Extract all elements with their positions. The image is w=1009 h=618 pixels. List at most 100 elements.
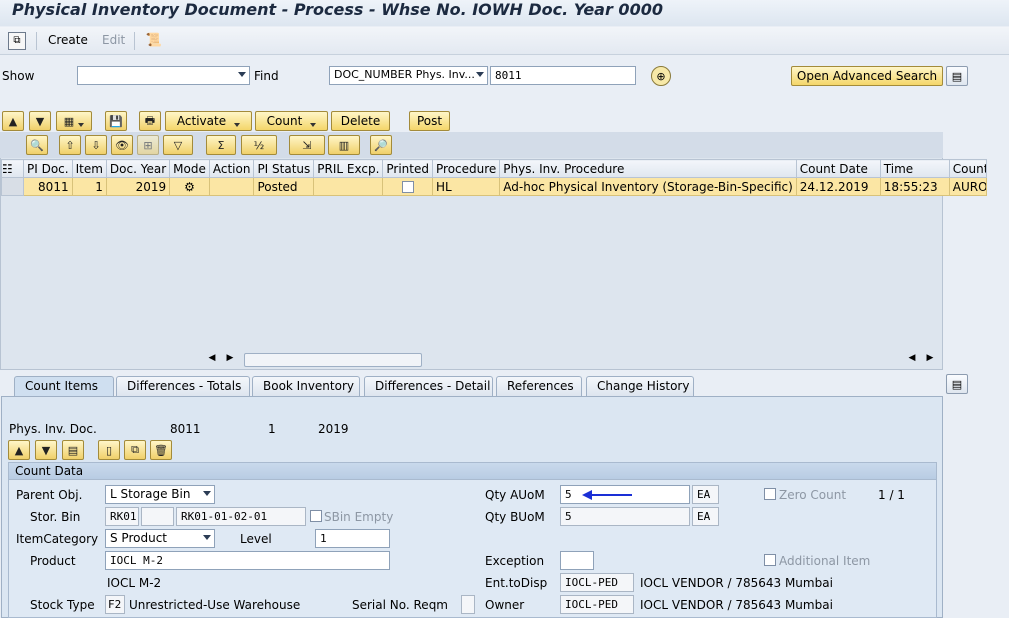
item-overview-icon[interactable]: ▤ bbox=[62, 440, 84, 460]
post-button[interactable]: Post bbox=[409, 111, 450, 131]
activate-button[interactable]: Activate bbox=[165, 111, 252, 131]
scroll-left-icon[interactable]: ◀ bbox=[206, 353, 218, 367]
scroll-right-icon[interactable]: ▶ bbox=[924, 353, 936, 367]
export-icon[interactable]: ⇲ bbox=[289, 135, 325, 155]
cell-time[interactable]: 18:55:23 bbox=[879, 177, 950, 196]
delete-item-icon[interactable]: 🗑 bbox=[150, 440, 172, 460]
edit-button[interactable]: Edit bbox=[102, 33, 125, 47]
cell-count-date[interactable]: 24.12.2019 bbox=[795, 177, 881, 196]
previous-item-icon[interactable]: ▲ bbox=[8, 440, 30, 460]
layout-settings-icon[interactable]: ▤ bbox=[946, 66, 968, 86]
cell-doc-year[interactable]: 2019 bbox=[105, 177, 171, 196]
cell-printed[interactable] bbox=[382, 177, 433, 196]
open-advanced-search-button[interactable]: Open Advanced Search bbox=[791, 66, 943, 86]
cell-pril-excp[interactable] bbox=[313, 177, 384, 196]
scroll-icon[interactable]: 📜 bbox=[146, 32, 162, 48]
column-header[interactable]: Mode bbox=[169, 159, 210, 178]
level-field[interactable]: 1 bbox=[315, 529, 390, 548]
create-button[interactable]: Create bbox=[48, 33, 88, 47]
scroll-right-icon[interactable]: ▶ bbox=[224, 353, 236, 367]
scroll-left-icon[interactable]: ◀ bbox=[906, 353, 918, 367]
next-item-icon[interactable]: ▼ bbox=[35, 440, 57, 460]
exception-field[interactable] bbox=[560, 551, 594, 570]
print-icon[interactable]: 🖶 bbox=[139, 111, 161, 131]
sort-ascending-icon[interactable]: ⇧ bbox=[59, 135, 81, 155]
cell-mode[interactable]: ⚙ bbox=[169, 177, 210, 196]
execute-search-icon[interactable]: ⊕ bbox=[651, 66, 671, 86]
display-change-icon[interactable]: ⧉ bbox=[8, 32, 26, 50]
tab-book-inventory[interactable]: Book Inventory bbox=[252, 376, 360, 396]
tab-references[interactable]: References bbox=[496, 376, 582, 396]
save-icon[interactable]: 💾 bbox=[105, 111, 127, 131]
activate-label: Activate bbox=[176, 114, 227, 128]
stor-bin-type-field[interactable]: RK01 bbox=[105, 507, 139, 526]
column-header[interactable]: Doc. Year bbox=[105, 159, 171, 178]
details-icon[interactable]: ▦ bbox=[56, 111, 92, 131]
sort-descending-icon[interactable]: ⇩ bbox=[85, 135, 107, 155]
tab-change-history[interactable]: Change History bbox=[586, 376, 694, 396]
cell-procedure[interactable]: HL bbox=[431, 177, 501, 196]
find-input[interactable]: 8011 bbox=[490, 66, 636, 85]
cell-pi-doc[interactable]: 8011 bbox=[23, 177, 73, 196]
additional-item-checkbox[interactable] bbox=[764, 554, 776, 566]
copy-item-icon[interactable]: ⧉ bbox=[124, 440, 146, 460]
qty-buom-field[interactable]: 5 bbox=[560, 507, 690, 526]
delete-button[interactable]: Delete bbox=[331, 111, 390, 131]
table-row[interactable]: 8011 1 2019 ⚙ Posted HL Ad-hoc Physical … bbox=[1, 177, 987, 196]
column-header[interactable]: Action bbox=[208, 159, 255, 178]
tab-differences-totals[interactable]: Differences - Totals bbox=[116, 376, 250, 396]
find-binoculars-icon[interactable]: 👁 bbox=[111, 135, 133, 155]
ent-to-disp-field[interactable]: IOCL-PED bbox=[560, 573, 634, 592]
select-all-icon[interactable]: ☷ bbox=[1, 159, 24, 178]
filter-icon[interactable]: ▽ bbox=[163, 135, 193, 155]
scroll-down-icon[interactable]: ▼ bbox=[29, 111, 51, 131]
new-item-icon[interactable]: ▯ bbox=[98, 440, 120, 460]
cell-action[interactable] bbox=[208, 177, 255, 196]
stor-bin-field[interactable]: RK01-01-02-01 bbox=[176, 507, 306, 526]
subtotal-icon[interactable]: ½ bbox=[241, 135, 277, 155]
row-selector[interactable] bbox=[1, 177, 24, 196]
owner-field[interactable]: IOCL-PED bbox=[560, 595, 634, 614]
parent-obj-dropdown[interactable]: L Storage Bin bbox=[105, 485, 215, 504]
sbin-empty-checkbox[interactable] bbox=[310, 510, 322, 522]
stock-type-field[interactable]: F2 bbox=[105, 595, 125, 614]
serial-no-field[interactable] bbox=[461, 595, 475, 614]
column-header[interactable]: PRIL Excp. bbox=[313, 159, 384, 178]
count-button[interactable]: Count bbox=[255, 111, 328, 131]
tab-differences-detail[interactable]: Differences - Detail bbox=[364, 376, 493, 396]
item-category-dropdown[interactable]: S Product bbox=[105, 529, 215, 548]
stor-bin-section-field[interactable] bbox=[141, 507, 174, 526]
find-next-icon[interactable]: ⊞ bbox=[137, 135, 159, 155]
column-header[interactable]: PI Status bbox=[253, 159, 315, 178]
magnifier-icon[interactable]: 🔍 bbox=[26, 135, 48, 155]
column-header[interactable]: PI Doc. bbox=[23, 159, 73, 178]
cell-counter[interactable]: AURO bbox=[948, 177, 987, 196]
column-header[interactable]: Printed bbox=[382, 159, 433, 178]
layout-settings-icon[interactable]: ▤ bbox=[946, 374, 968, 394]
qty-auom-unit[interactable]: EA bbox=[692, 485, 719, 504]
qty-auom-label: Qty AUoM bbox=[485, 488, 545, 502]
find-field-dropdown[interactable]: DOC_NUMBER Phys. Inv... bbox=[329, 66, 488, 85]
sbin-empty-label: SBin Empty bbox=[324, 510, 394, 524]
column-header[interactable]: Count Date bbox=[795, 159, 881, 178]
qty-buom-unit[interactable]: EA bbox=[692, 507, 719, 526]
column-header[interactable]: Item bbox=[71, 159, 107, 178]
layout-icon[interactable]: ▥ bbox=[328, 135, 360, 155]
column-header[interactable]: Counte bbox=[948, 159, 987, 178]
show-dropdown[interactable] bbox=[77, 66, 250, 85]
view-details-icon[interactable]: 🔎 bbox=[370, 135, 392, 155]
chevron-down-icon bbox=[203, 535, 211, 540]
horizontal-scrollbar-thumb[interactable] bbox=[244, 353, 422, 367]
column-header[interactable]: Time bbox=[879, 159, 950, 178]
column-header[interactable]: Phys. Inv. Procedure bbox=[499, 159, 797, 178]
zero-count-checkbox[interactable] bbox=[764, 488, 776, 500]
cell-item[interactable]: 1 bbox=[71, 177, 107, 196]
scroll-up-icon[interactable]: ▲ bbox=[2, 111, 24, 131]
cell-pi-status[interactable]: Posted bbox=[253, 177, 315, 196]
product-field[interactable]: IOCL M-2 bbox=[105, 551, 390, 570]
column-header[interactable]: Procedure bbox=[431, 159, 501, 178]
printed-checkbox[interactable] bbox=[401, 181, 414, 193]
cell-procedure-text[interactable]: Ad-hoc Physical Inventory (Storage-Bin-S… bbox=[499, 177, 797, 196]
sum-icon[interactable]: Σ bbox=[206, 135, 236, 155]
tab-count-items[interactable]: Count Items bbox=[14, 376, 114, 396]
